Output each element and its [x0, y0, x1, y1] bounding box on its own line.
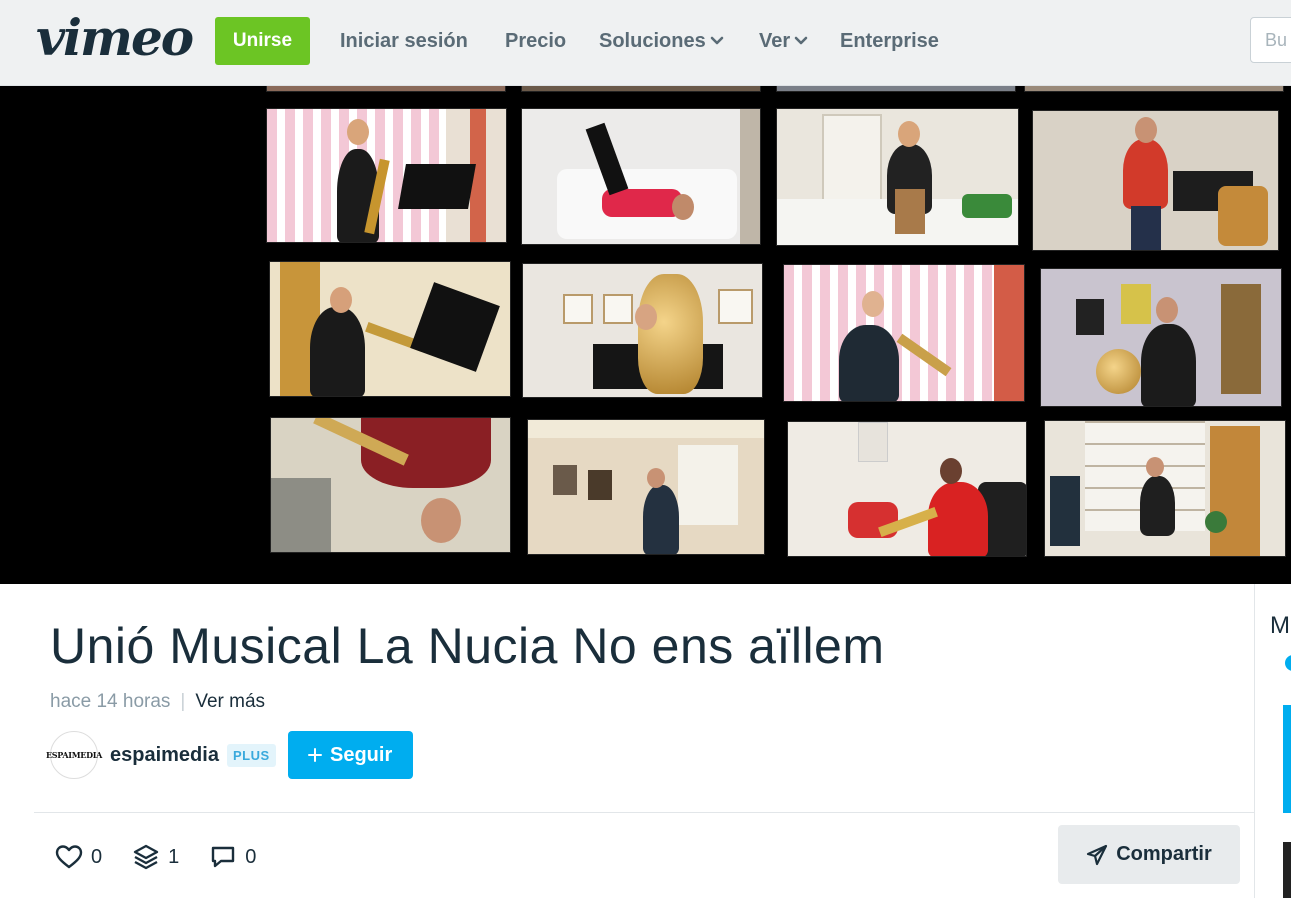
avatar-logo-text: ESPAIMEDIA: [45, 750, 103, 760]
video-tile-cajon: [776, 108, 1019, 246]
comments-button[interactable]: 0: [209, 843, 256, 871]
upload-age: hace 14 horas: [50, 691, 171, 712]
heart-icon: [55, 845, 83, 869]
video-tile: [266, 86, 506, 92]
top-navigation-bar: vimeo Unirse Iniciar sesión Precio Soluc…: [0, 0, 1291, 86]
sidebar-thumbnail[interactable]: [1283, 705, 1291, 813]
nav-pricing-label: Precio: [505, 30, 567, 52]
vimeo-logo[interactable]: vimeo: [36, 10, 194, 66]
video-tile: [776, 86, 1016, 92]
plus-icon: [308, 748, 322, 762]
search-input[interactable]: Bu: [1250, 17, 1291, 63]
comment-icon: [212, 846, 235, 868]
video-title: Unió Musical La Nucia No ens aïllem: [50, 618, 885, 674]
see-more-link[interactable]: Ver más: [195, 690, 265, 714]
sidebar-thumbnail[interactable]: [1283, 842, 1291, 898]
video-tile: [521, 86, 761, 92]
sidebar-divider: [1254, 584, 1255, 898]
video-tile-tuba: [522, 263, 763, 398]
nav-login-label: Iniciar sesión: [340, 30, 468, 52]
video-tile-red-hoodie: [1032, 110, 1279, 251]
video-tile-upside-down: [270, 417, 511, 553]
video-tile-trumpet-kid: [783, 264, 1025, 402]
nav-solutions-label: Soluciones: [599, 30, 706, 52]
like-button[interactable]: 0: [55, 844, 102, 870]
nav-solutions-menu[interactable]: Soluciones: [599, 28, 724, 54]
nav-enterprise-label: Enterprise: [840, 30, 939, 52]
nav-enterprise-link[interactable]: Enterprise: [840, 28, 939, 54]
share-label: Compartir: [1116, 843, 1212, 865]
channel-info: ESPAIMEDIA espaimedia PLUS Seguir: [46, 731, 413, 779]
video-tile-french-horn: [1040, 268, 1282, 407]
chevron-down-icon: [794, 36, 808, 45]
collections-count: 1: [168, 845, 180, 868]
video-tile-lying: [521, 108, 761, 245]
engagement-stats: 0 1 0: [55, 843, 286, 871]
nav-watch-label: Ver: [759, 30, 791, 52]
comments-count: 0: [245, 845, 257, 868]
video-meta: hace 14 horas | Ver más: [50, 690, 265, 714]
video-player[interactable]: [0, 86, 1291, 584]
video-tile: [1024, 86, 1284, 92]
share-button[interactable]: Compartir: [1058, 825, 1240, 884]
channel-name-link[interactable]: espaimedia: [110, 744, 219, 767]
chevron-down-icon: [710, 36, 724, 45]
follow-label: Seguir: [330, 743, 393, 766]
collections-button[interactable]: 1: [132, 843, 179, 871]
nav-watch-menu[interactable]: Ver: [759, 28, 808, 54]
video-tile-trumpet-boy: [269, 261, 511, 397]
meta-separator: |: [180, 691, 186, 712]
avatar[interactable]: ESPAIMEDIA: [46, 731, 102, 779]
layers-icon: [133, 844, 159, 870]
video-tile-bookshelf: [1044, 420, 1286, 557]
likes-count: 0: [91, 845, 103, 868]
video-tile-restaurant: [527, 419, 765, 555]
video-tile-saxophone: [266, 108, 507, 243]
send-icon: [1087, 844, 1108, 865]
autoplay-toggle[interactable]: [1285, 655, 1291, 671]
divider: [34, 812, 1254, 813]
plus-badge: PLUS: [226, 743, 276, 767]
sidebar-heading: M: [1270, 612, 1290, 639]
video-tile-red-chair: [787, 421, 1027, 557]
nav-login-link[interactable]: Iniciar sesión: [340, 28, 468, 54]
join-button[interactable]: Unirse: [215, 17, 310, 65]
nav-pricing-link[interactable]: Precio: [505, 28, 566, 54]
follow-button[interactable]: Seguir: [287, 731, 413, 779]
search-placeholder: Bu: [1265, 29, 1288, 50]
